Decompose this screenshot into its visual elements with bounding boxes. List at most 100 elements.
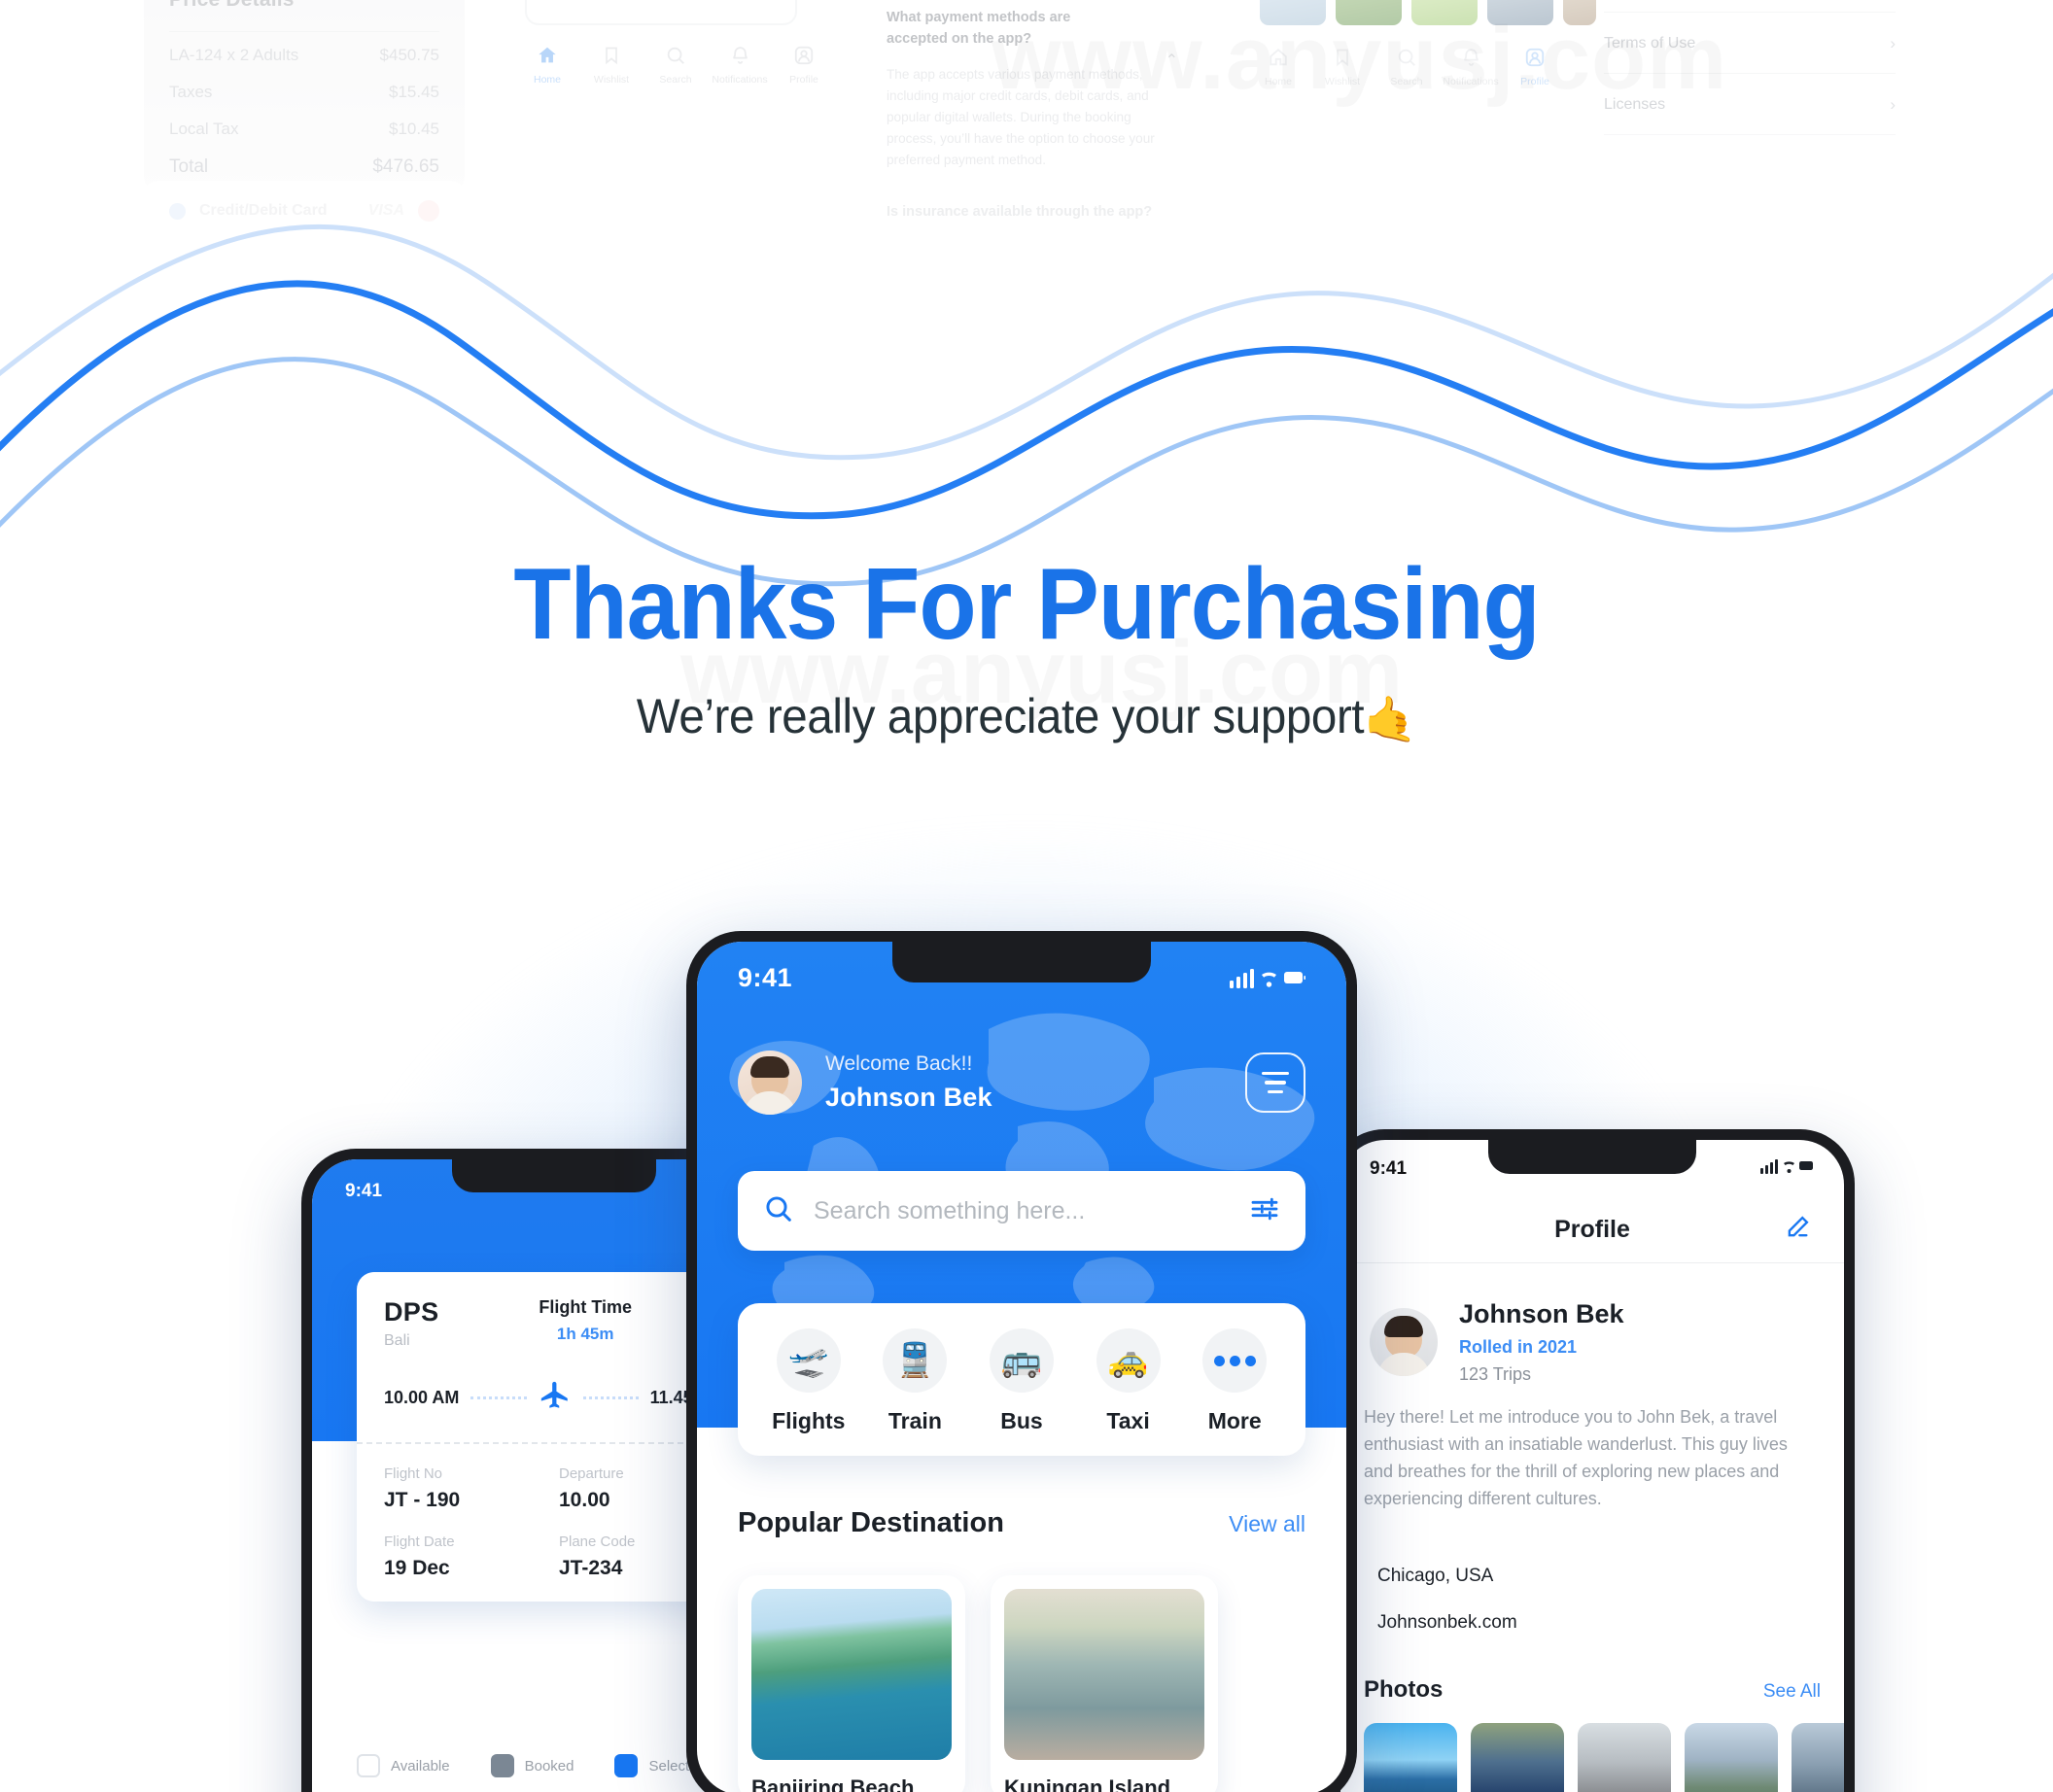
flight-times-row: 10.00 AM 11.45 AM [384, 1379, 724, 1417]
status-indicators [1230, 967, 1305, 990]
category-glyph: 🚕 [1107, 1342, 1149, 1379]
ghost-tabbar-home: Home Wishlist Search Notifications Profi… [515, 41, 836, 86]
see-all-link[interactable]: See All [1763, 1681, 1821, 1703]
destination-image [1004, 1589, 1204, 1760]
sidebar-item-search[interactable]: Search [644, 41, 708, 86]
sidebar-item-home[interactable]: Home [1246, 43, 1310, 87]
menu-button[interactable] [1245, 1052, 1305, 1113]
thumbnail[interactable] [1487, 0, 1553, 25]
profile-header: Johnson Bek Rolled in 2021 123 Trips [1370, 1299, 1821, 1385]
category-label: Taxi [1106, 1408, 1150, 1433]
phone-screen: 9:41 Welcome Back!! Johnson Bek Search s… [697, 942, 1346, 1792]
sidebar-item-search[interactable]: Search [1374, 43, 1439, 87]
sidebar-item-profile[interactable]: Profile [772, 41, 836, 86]
profile-icon [1503, 43, 1567, 72]
sidebar-item-home[interactable]: Home [515, 41, 579, 86]
category-label: Train [887, 1408, 942, 1433]
destination-image [751, 1589, 952, 1760]
category-taxi[interactable]: 🚕 Taxi [1075, 1328, 1182, 1434]
price-total-row: Total $476.65 [169, 156, 439, 178]
list-item[interactable]: Terms of Use › [1604, 12, 1896, 74]
filter-icon[interactable] [1249, 1193, 1280, 1229]
ghost-price-details-card: Price Details LA-124 x 2 Adults $450.75 … [144, 0, 465, 241]
call-me-hand-emoji: 🤙 [1364, 694, 1417, 744]
chevron-right-icon: › [1890, 34, 1896, 52]
faq-question-2[interactable]: Is insurance available through the app? [887, 204, 1178, 220]
status-time: 9:41 [345, 1181, 383, 1201]
photo-thumbnail[interactable] [1578, 1723, 1671, 1792]
category-bus[interactable]: 🚌 Bus [968, 1328, 1075, 1434]
page-title: Thanks For Purchasing [513, 548, 1540, 661]
menu-icon-line [1262, 1071, 1289, 1076]
avatar-body [1377, 1353, 1430, 1376]
destination-name: Kuningan Island [1004, 1775, 1171, 1792]
tab-label: Home [1264, 76, 1292, 87]
route-dash [470, 1396, 527, 1399]
page-subtitle: We’re really appreciate your support🤙 [52, 688, 2001, 746]
sidebar-item-notifications[interactable]: Notifications [1439, 43, 1503, 87]
meta-key: Flight Date [384, 1534, 455, 1550]
profile-meta: Johnson Bek Rolled in 2021 123 Trips [1459, 1299, 1624, 1385]
thumbnail[interactable] [1336, 0, 1402, 25]
photo-thumbnail[interactable] [1792, 1723, 1844, 1792]
chevron-up-icon[interactable]: ⌃ [1166, 51, 1178, 70]
flight-meta-row: Flight Date 19 Dec Plane Code JT-234 [384, 1534, 724, 1580]
photo-thumbnail[interactable] [1471, 1723, 1564, 1792]
sidebar-item-notifications[interactable]: Notifications [708, 41, 772, 86]
section-title: Popular Destination [738, 1507, 1004, 1538]
welcome-block: Welcome Back!! Johnson Bek [825, 1052, 992, 1113]
faq-question[interactable]: What payment methods are accepted on the… [887, 8, 1120, 51]
avatar[interactable] [738, 1051, 802, 1115]
chevron-right-icon: › [1890, 95, 1896, 114]
avatar-hair [1384, 1316, 1423, 1337]
category-more[interactable]: More [1181, 1328, 1288, 1434]
category-label: Bus [1000, 1408, 1043, 1433]
avatar [1370, 1308, 1438, 1376]
price-row-value: $450.75 [379, 46, 439, 64]
flight-time-label: Flight Time [539, 1297, 633, 1317]
status-time: 9:41 [738, 963, 793, 992]
destination-card[interactable]: Kuningan Island [991, 1575, 1218, 1792]
origin-block: DPS Bali [384, 1297, 438, 1350]
origin-code: DPS [384, 1297, 439, 1327]
search-input[interactable]: Search something here... [738, 1171, 1305, 1251]
tab-label: Search [1390, 76, 1423, 87]
thumbnail[interactable] [1411, 0, 1478, 25]
category-train[interactable]: 🚆 Train [862, 1328, 969, 1434]
photos-header: Photos See All [1364, 1676, 1821, 1704]
ghost-thumbnail-strip [1260, 0, 1596, 25]
photos-title: Photos [1364, 1676, 1444, 1703]
sidebar-item-wishlist[interactable]: Wishlist [1310, 43, 1374, 87]
category-flights[interactable]: 🛫 Flights [755, 1328, 862, 1434]
category-glyph: 🚌 [1000, 1342, 1043, 1379]
ghost-faq-block: What payment methods are accepted on the… [887, 8, 1178, 220]
profile-website[interactable]: Johnsonbek.com [1377, 1612, 1517, 1634]
ellipsis-dots [1213, 1355, 1256, 1366]
avatar-body [744, 1091, 796, 1115]
home-icon [515, 41, 579, 70]
sidebar-item-wishlist[interactable]: Wishlist [579, 41, 644, 86]
legend-item-available: Available [357, 1754, 450, 1777]
menu-icon-line [1265, 1081, 1286, 1085]
photo-thumbnail[interactable] [1364, 1723, 1457, 1792]
bookmark-icon [579, 41, 644, 70]
flight-time-block: Flight Time 1h 45m [446, 1297, 724, 1344]
tab-label: Search [659, 74, 692, 86]
thumbnail[interactable] [1260, 0, 1326, 25]
view-all-link[interactable]: View all [1229, 1511, 1305, 1537]
destination-list: Banjiring Beach Kuningan Island [738, 1575, 1346, 1792]
sidebar-item-profile[interactable]: Profile [1503, 43, 1567, 87]
profile-rolled-in: Rolled in 2021 [1459, 1337, 1578, 1357]
status-bar: 9:41 [1340, 1157, 1844, 1180]
faq-answer: The app accepts various payment methods,… [887, 66, 1155, 167]
price-row: Local Tax $10.45 [169, 120, 439, 139]
list-item[interactable]: Licenses › [1604, 74, 1896, 135]
edit-profile-button[interactable] [1784, 1214, 1811, 1246]
category-glyph: 🛫 [787, 1342, 829, 1379]
destination-card[interactable]: Banjiring Beach [738, 1575, 965, 1792]
thumbnail[interactable] [1563, 0, 1596, 25]
taxi-icon: 🚕 [1096, 1328, 1161, 1393]
profile-bio: Hey there! Let me introduce you to John … [1364, 1407, 1788, 1508]
photo-thumbnail[interactable] [1685, 1723, 1778, 1792]
airplane-icon: 🛫 [776, 1328, 841, 1393]
